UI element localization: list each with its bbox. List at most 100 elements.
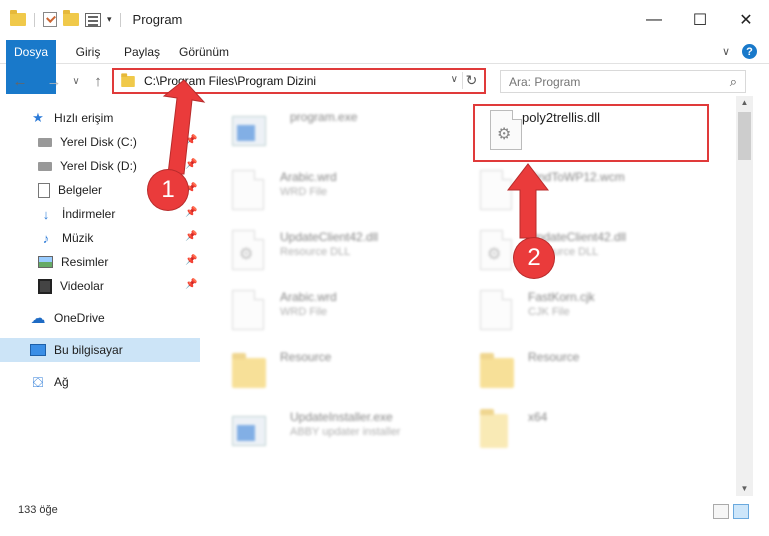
item-count: 133 öğe xyxy=(18,504,58,516)
folder-icon xyxy=(480,350,514,392)
large-icons-view-icon[interactable] xyxy=(733,504,749,519)
file-item[interactable]: program.exe xyxy=(216,104,456,158)
file-item[interactable]: FastKorn.cjk CJK File xyxy=(464,284,704,338)
sidebar-item-music[interactable]: ♪ Müzik 📌 xyxy=(38,226,203,250)
music-icon: ♪ xyxy=(42,230,50,246)
application-icon xyxy=(232,410,266,452)
file-item[interactable]: Arabic.wrd WRD File xyxy=(216,164,456,218)
folder-icon xyxy=(480,409,514,452)
file-item[interactable]: ⚙ UpdateClient42.dll Resource DLL xyxy=(464,224,704,278)
sidebar-item-videos[interactable]: Videolar 📌 xyxy=(38,274,203,298)
file-name: program.exe xyxy=(290,110,358,124)
collapse-ribbon-chevron-icon[interactable]: ∨ xyxy=(722,45,730,58)
sidebar-item-label: OneDrive xyxy=(54,311,105,325)
pin-icon[interactable]: 📌 xyxy=(185,255,197,266)
application-icon xyxy=(232,110,266,152)
address-path[interactable]: C:\Program Files\Program Dizini xyxy=(144,74,316,88)
tab-share[interactable]: Paylaş xyxy=(120,40,164,64)
document-file-icon xyxy=(480,290,514,332)
file-item[interactable]: ⚙ UpdateClient42.dll Resource DLL xyxy=(216,224,456,278)
scroll-up-arrow-icon[interactable]: ▲ xyxy=(736,96,753,110)
sidebar-item-network[interactable]: ⛋ Ağ xyxy=(30,370,69,394)
file-type: ABBY updater installer xyxy=(290,426,401,438)
tab-view[interactable]: Görünüm xyxy=(172,40,236,64)
forward-arrow-icon[interactable]: → xyxy=(44,70,64,92)
file-item[interactable]: Resource xyxy=(216,344,456,398)
pin-icon[interactable]: 📌 xyxy=(185,231,197,242)
search-input[interactable] xyxy=(501,71,711,92)
sidebar-item-label: Hızlı erişim xyxy=(54,111,114,125)
file-name: UpdateClient42.dll xyxy=(280,230,379,244)
help-icon[interactable]: ? xyxy=(742,44,757,59)
search-box[interactable]: ⌕ xyxy=(500,70,746,93)
vertical-scrollbar[interactable]: ▲ ▼ xyxy=(736,96,753,496)
up-arrow-icon[interactable]: ↑ xyxy=(88,70,108,92)
ribbon-right-controls: ∨ ? xyxy=(722,44,757,59)
file-type: CJK File xyxy=(528,306,570,318)
file-name: Arabic.wrd xyxy=(280,170,337,184)
sidebar-item-this-pc[interactable]: Bu bilgisayar xyxy=(0,338,200,362)
pictures-icon xyxy=(38,256,53,268)
maximize-button[interactable]: ☐ xyxy=(677,0,723,40)
folder-icon xyxy=(10,10,26,26)
pin-icon[interactable]: 📌 xyxy=(185,159,197,170)
star-icon: ★ xyxy=(32,110,44,125)
dll-file-icon: ⚙ xyxy=(232,230,266,272)
file-type: WRD File xyxy=(280,186,328,198)
toolbar-divider xyxy=(34,12,35,27)
sidebar-item-label: Videolar xyxy=(60,279,104,293)
details-view-icon[interactable] xyxy=(713,504,729,519)
scrollbar-thumb[interactable] xyxy=(738,112,751,160)
document-icon xyxy=(38,182,50,198)
drive-icon xyxy=(38,161,52,171)
pin-icon[interactable]: 📌 xyxy=(185,135,197,146)
file-item[interactable]: UpdateInstaller.exe ABBY updater install… xyxy=(216,404,456,458)
navigation-pane: ★ Hızlı erişim Yerel Disk (C:) 📌 Yerel D… xyxy=(0,100,205,496)
address-bar[interactable]: C:\Program Files\Program Dizini ∨ ↻ xyxy=(112,68,486,94)
file-name: x64 xyxy=(528,410,548,424)
file-type: WRD File xyxy=(280,306,328,318)
tab-home[interactable]: Giriş xyxy=(66,40,110,64)
pin-icon[interactable]: 📌 xyxy=(185,207,197,218)
file-name: Arabic.wrd xyxy=(280,290,337,304)
refresh-icon[interactable]: ↻ xyxy=(462,72,480,89)
new-folder-icon[interactable] xyxy=(63,10,79,26)
back-arrow-icon[interactable]: ← xyxy=(10,70,30,92)
file-item[interactable]: Resource xyxy=(464,344,704,398)
view-switcher xyxy=(713,504,749,519)
address-dropdown-chevron-icon[interactable]: ∨ xyxy=(451,74,458,85)
folder-icon xyxy=(121,72,135,87)
file-type: Resource DLL xyxy=(280,246,351,258)
quick-access-toolbar: ▾ Program xyxy=(10,10,183,27)
folder-icon xyxy=(232,350,266,392)
sidebar-item-onedrive[interactable]: ☁ OneDrive xyxy=(30,306,105,330)
recent-locations-chevron-icon[interactable]: ∨ xyxy=(66,70,86,92)
callout-badge-1: 1 xyxy=(148,170,188,210)
sidebar-item-label: Belgeler xyxy=(58,183,103,197)
minimize-button[interactable]: — xyxy=(631,0,677,40)
file-item[interactable]: x64 xyxy=(464,404,704,458)
sidebar-item-label: Müzik xyxy=(62,231,94,245)
pin-icon[interactable]: 📌 xyxy=(185,279,197,290)
sidebar-item-pictures[interactable]: Resimler 📌 xyxy=(38,250,203,274)
file-item[interactable]: Arabic.wrd WRD File xyxy=(216,284,456,338)
window-title: Program xyxy=(132,12,183,27)
status-bar: 133 öğe xyxy=(0,500,769,524)
customize-qat-chevron-icon[interactable]: ▾ xyxy=(107,14,112,25)
sidebar-item-quick-access[interactable]: ★ Hızlı erişim xyxy=(30,106,113,130)
file-item[interactable]: FindToWP12.wcm xyxy=(464,164,704,218)
network-icon: ⛋ xyxy=(32,373,44,390)
sidebar-item-local-disk-c[interactable]: Yerel Disk (C:) 📌 xyxy=(38,130,203,154)
file-name: UpdateInstaller.exe xyxy=(290,410,393,424)
sidebar-item-label: İndirmeler xyxy=(62,207,116,221)
close-button[interactable]: ✕ xyxy=(723,0,769,40)
download-icon: ↓ xyxy=(42,206,50,222)
sidebar-item-label: Ağ xyxy=(54,375,69,389)
scroll-down-arrow-icon[interactable]: ▼ xyxy=(736,482,753,496)
target-file-highlight xyxy=(473,104,709,162)
customize-view-icon[interactable] xyxy=(85,12,101,27)
file-name: Resource xyxy=(528,350,580,364)
sidebar-item-label: Yerel Disk (D:) xyxy=(60,159,137,173)
properties-check-icon[interactable] xyxy=(43,12,57,27)
search-icon: ⌕ xyxy=(729,74,737,89)
